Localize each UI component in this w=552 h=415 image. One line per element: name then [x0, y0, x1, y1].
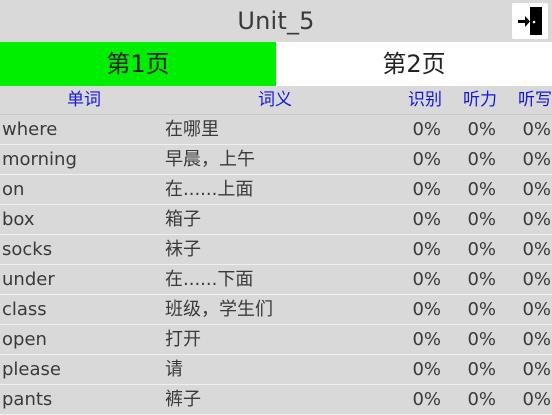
- meaning-cell: 在......上面: [165, 179, 254, 200]
- recognize-cell: 0%: [412, 269, 441, 290]
- word-row[interactable]: open 打开 0% 0% 0%: [0, 325, 552, 355]
- word-row[interactable]: morning 早晨，上午 0% 0% 0%: [0, 145, 552, 175]
- word-cell: morning: [2, 149, 77, 170]
- word-row[interactable]: socks 袜子 0% 0% 0%: [0, 235, 552, 265]
- dictation-cell: 0%: [522, 329, 551, 350]
- meaning-cell: 在......下面: [165, 269, 254, 290]
- listen-cell: 0%: [467, 149, 496, 170]
- word-row[interactable]: box 箱子 0% 0% 0%: [0, 205, 552, 235]
- meaning-cell: 袜子: [165, 239, 201, 260]
- word-row[interactable]: under 在......下面 0% 0% 0%: [0, 265, 552, 295]
- dictation-cell: 0%: [522, 179, 551, 200]
- recognize-cell: 0%: [412, 119, 441, 140]
- listen-cell: 0%: [467, 179, 496, 200]
- tab-page-1-label: 第1页: [106, 50, 170, 78]
- word-row[interactable]: where 在哪里 0% 0% 0%: [0, 115, 552, 145]
- word-row[interactable]: class 班级，学生们 0% 0% 0%: [0, 295, 552, 325]
- meaning-cell: 请: [165, 359, 183, 380]
- dictation-cell: 0%: [522, 299, 551, 320]
- listen-cell: 0%: [467, 389, 496, 410]
- word-cell: class: [2, 299, 47, 320]
- tab-page-2-label: 第2页: [382, 50, 446, 78]
- tab-page-1[interactable]: 第1页: [0, 42, 276, 86]
- column-header-row: 单词 词义 识别 听力 听写: [0, 86, 552, 115]
- tab-page-2[interactable]: 第2页: [276, 42, 552, 86]
- word-cell: box: [2, 209, 35, 230]
- exit-door-icon: [518, 7, 542, 35]
- word-cell: under: [2, 269, 55, 290]
- word-cell: pants: [2, 389, 53, 410]
- listen-cell: 0%: [467, 239, 496, 260]
- page-title: Unit_5: [237, 7, 315, 35]
- column-header-recognize: 识别: [408, 90, 442, 110]
- column-header-dictation: 听写: [518, 90, 552, 110]
- word-row[interactable]: on 在......上面 0% 0% 0%: [0, 175, 552, 205]
- recognize-cell: 0%: [412, 329, 441, 350]
- meaning-cell: 裤子: [165, 389, 201, 410]
- recognize-cell: 0%: [412, 179, 441, 200]
- dictation-cell: 0%: [522, 149, 551, 170]
- meaning-cell: 打开: [165, 329, 201, 350]
- recognize-cell: 0%: [412, 149, 441, 170]
- word-row[interactable]: pants 裤子 0% 0% 0%: [0, 385, 552, 415]
- listen-cell: 0%: [467, 209, 496, 230]
- recognize-cell: 0%: [412, 389, 441, 410]
- dictation-cell: 0%: [522, 119, 551, 140]
- dictation-cell: 0%: [522, 239, 551, 260]
- meaning-cell: 箱子: [165, 209, 201, 230]
- top-bar: Unit_5: [0, 0, 552, 42]
- word-cell: open: [2, 329, 47, 350]
- listen-cell: 0%: [467, 119, 496, 140]
- page-tabs: 第1页 第2页: [0, 42, 552, 86]
- dictation-cell: 0%: [522, 269, 551, 290]
- exit-button[interactable]: [512, 3, 548, 39]
- meaning-cell: 在哪里: [165, 119, 219, 140]
- listen-cell: 0%: [467, 269, 496, 290]
- word-cell: on: [2, 179, 25, 200]
- word-cell: socks: [2, 239, 53, 260]
- word-cell: please: [2, 359, 61, 380]
- column-header-meaning: 词义: [258, 90, 292, 110]
- word-list: where 在哪里 0% 0% 0% morning 早晨，上午 0% 0% 0…: [0, 115, 552, 415]
- column-header-listen: 听力: [463, 90, 497, 110]
- recognize-cell: 0%: [412, 359, 441, 380]
- word-cell: where: [2, 119, 58, 140]
- recognize-cell: 0%: [412, 239, 441, 260]
- meaning-cell: 早晨，上午: [165, 149, 255, 170]
- word-row[interactable]: please 请 0% 0% 0%: [0, 355, 552, 385]
- dictation-cell: 0%: [522, 209, 551, 230]
- dictation-cell: 0%: [522, 359, 551, 380]
- listen-cell: 0%: [467, 359, 496, 380]
- meaning-cell: 班级，学生们: [165, 299, 273, 320]
- recognize-cell: 0%: [412, 209, 441, 230]
- recognize-cell: 0%: [412, 299, 441, 320]
- column-header-word: 单词: [67, 90, 101, 110]
- listen-cell: 0%: [467, 329, 496, 350]
- dictation-cell: 0%: [522, 389, 551, 410]
- listen-cell: 0%: [467, 299, 496, 320]
